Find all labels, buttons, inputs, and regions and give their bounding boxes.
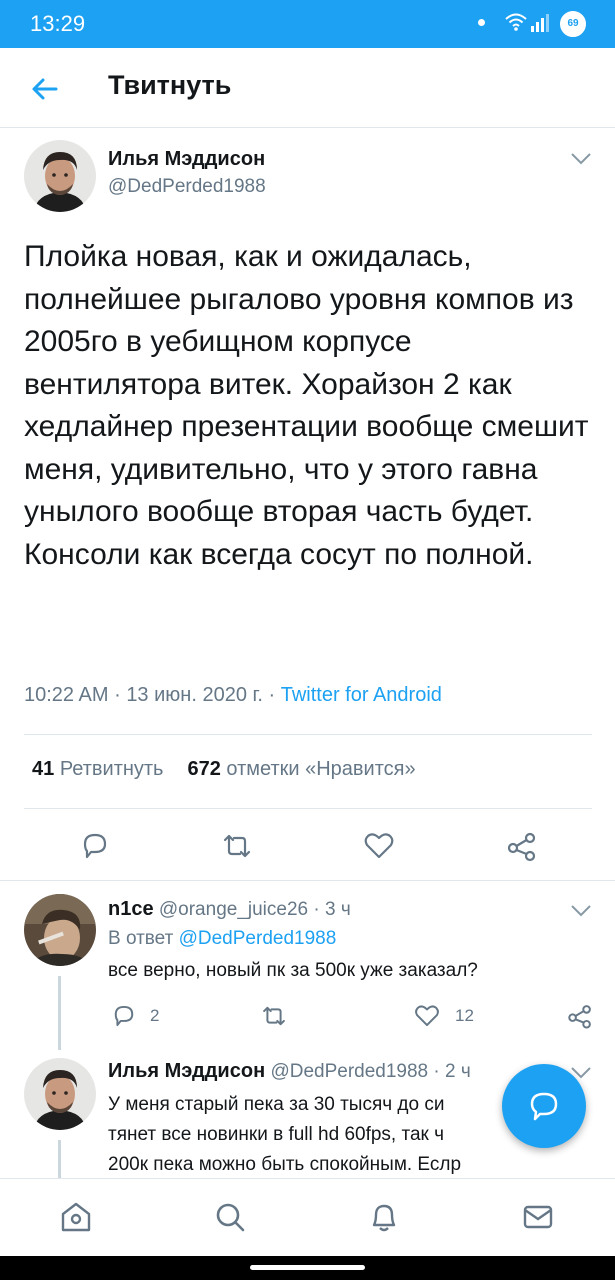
chevron-down-icon[interactable]: [570, 904, 592, 918]
reply-author-handle[interactable]: @DedPerded1988: [270, 1061, 428, 1082]
tweet-meta: 10:22 AM · 13 июн. 2020 г. · Twitter for…: [24, 684, 442, 707]
reply-to-label: В ответ: [108, 928, 174, 949]
meta-separator: ·: [114, 684, 121, 706]
app-bar: Твитнуть: [0, 48, 615, 128]
share-icon[interactable]: [505, 829, 539, 863]
likes-label: отметки «Нравится»: [226, 758, 416, 780]
notification-dot-icon: [478, 19, 485, 26]
reply-count: 2: [150, 1006, 160, 1025]
back-arrow-icon[interactable]: [28, 72, 62, 106]
reply-icon[interactable]: [78, 829, 112, 863]
like-icon[interactable]: [413, 1002, 441, 1030]
bottom-nav: [0, 1178, 615, 1256]
reply-author-name[interactable]: n1ce: [108, 898, 154, 920]
messages-icon[interactable]: [520, 1199, 556, 1235]
reply-age: 3 ч: [325, 899, 351, 920]
reply-avatar[interactable]: [24, 1058, 96, 1130]
tweet-time: 10:22 AM: [24, 684, 109, 706]
tweet-text: Плойка новая, как и ожидалась, полнейшее…: [24, 240, 589, 571]
author-avatar[interactable]: [24, 140, 96, 212]
reply-text-line: 200к пека можно быть спокойным. Еслр: [108, 1154, 462, 1175]
divider: [24, 734, 592, 735]
reply-author-handle[interactable]: @orange_juice26: [159, 899, 308, 920]
like-count: 12: [455, 1006, 474, 1025]
meta-separator: ·: [268, 684, 276, 706]
retweet-icon[interactable]: [260, 1002, 288, 1030]
likes-stat[interactable]: 672 отметки «Нравится»: [187, 758, 415, 780]
retweets-stat[interactable]: 41 Ретвитнуть: [32, 758, 163, 780]
divider: [0, 880, 615, 881]
reply-to-line: В ответ @DedPerded1988: [108, 928, 336, 950]
meta-separator: ·: [313, 899, 320, 920]
gesture-pill[interactable]: [250, 1265, 365, 1270]
thread-line: [58, 976, 61, 1050]
retweets-count: 41: [32, 758, 55, 780]
share-icon[interactable]: [566, 1002, 594, 1030]
like-icon[interactable]: [362, 829, 396, 863]
gesture-bar: [0, 1256, 615, 1280]
reply-to-mention[interactable]: @DedPerded1988: [179, 928, 337, 949]
compose-icon: [530, 1092, 558, 1121]
page-title: Твитнуть: [108, 70, 232, 100]
compose-button[interactable]: [502, 1064, 586, 1148]
status-time: 13:29: [30, 11, 86, 36]
reply-header: n1ce @orange_juice26 · 3 ч: [108, 898, 351, 921]
reply-icon[interactable]: [110, 1002, 138, 1030]
battery-icon: 69: [560, 11, 586, 37]
tweet-source-link[interactable]: Twitter for Android: [281, 684, 442, 706]
home-icon[interactable]: [58, 1199, 94, 1235]
status-bar: 13:29 69: [0, 0, 615, 48]
author-handle[interactable]: @DedPerded1988: [108, 176, 266, 198]
notifications-icon[interactable]: [366, 1199, 402, 1235]
divider: [24, 808, 592, 809]
meta-separator: ·: [433, 1061, 440, 1082]
tweet-stats: 41 Ретвитнуть 672 отметки «Нравится»: [32, 758, 416, 781]
signal-icon: [531, 14, 549, 32]
likes-count: 672: [187, 758, 221, 780]
author-name[interactable]: Илья Мэддисон: [108, 148, 265, 171]
tweet-date: 13 июн. 2020 г.: [126, 684, 263, 706]
thread-line: [58, 1140, 61, 1178]
chevron-down-icon[interactable]: [570, 152, 592, 166]
reply-avatar[interactable]: [24, 894, 96, 966]
retweets-label: Ретвитнуть: [59, 758, 164, 780]
search-icon[interactable]: [212, 1199, 248, 1235]
reply-text: все верно, новый пк за 500к уже заказал?: [108, 960, 478, 981]
reply-author-name[interactable]: Илья Мэддисон: [108, 1060, 265, 1082]
retweet-icon[interactable]: [220, 829, 254, 863]
wifi-icon: [505, 13, 527, 31]
reply-header: Илья Мэддисон @DedPerded1988 · 2 ч: [108, 1060, 471, 1083]
reply-age: 2 ч: [445, 1061, 471, 1082]
